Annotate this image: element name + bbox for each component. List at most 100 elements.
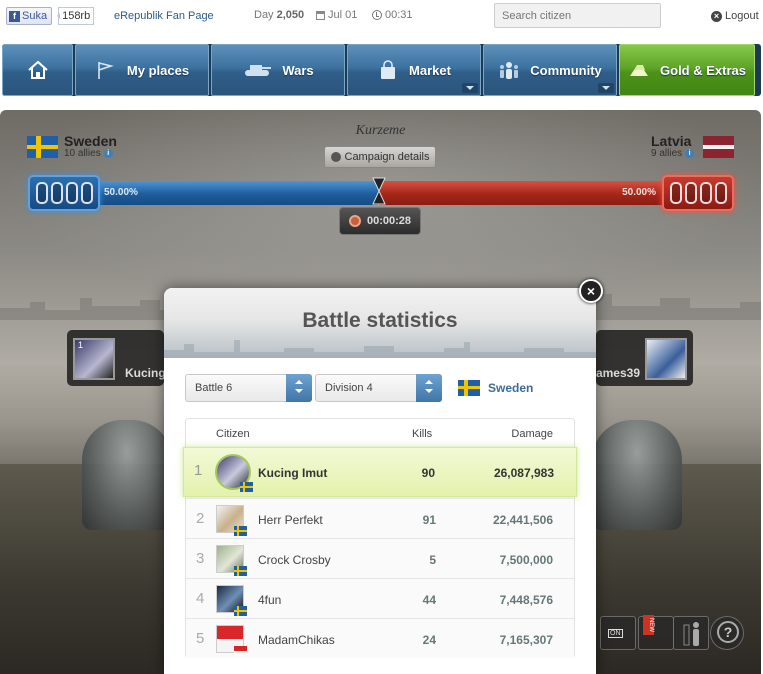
avatar[interactable] [216,505,247,536]
logout-link[interactable]: × Logout [711,10,759,22]
table-row[interactable]: 4 4fun 44 7,448,576 [186,578,574,618]
damage-value: 26,087,983 [493,466,554,480]
score-digit [684,182,697,204]
home-icon [27,60,48,79]
nav-home[interactable] [2,44,73,96]
game-date: Jul 01 [316,9,357,21]
kills-value: 5 [429,553,436,567]
sweden-flag-icon [234,606,247,616]
help-button[interactable]: ? [710,616,744,650]
row-rank: 4 [196,590,205,607]
kills-value: 24 [422,633,436,647]
facebook-icon: f [9,10,20,22]
nav-wars[interactable]: Wars [211,44,345,96]
score-digit [65,182,78,204]
damage-value: 22,441,506 [492,513,553,527]
kills-value: 44 [422,593,436,607]
community-dropdown-toggle[interactable] [598,83,614,93]
select-arrows-icon [416,374,442,402]
calendar-icon [316,10,325,20]
table-row[interactable]: 3 Crock Crosby 5 7,500,000 [186,538,574,578]
toggle-on-button[interactable]: ON [600,616,636,650]
column-kills: Kills [412,428,433,440]
nav-gold-extras[interactable]: Gold & Extras [619,44,755,96]
country-filter-label: Sweden [488,381,534,395]
soldier-figure-button[interactable] [673,616,709,650]
right-tank-image [592,420,682,530]
left-percent: 50.00% [104,187,138,198]
citizen-name[interactable]: Kucing Imut [258,466,327,480]
score-digit [80,182,93,204]
market-dropdown-toggle[interactable] [462,83,478,93]
kills-value: 90 [421,466,435,480]
citizen-name[interactable]: MadamChikas [258,633,335,647]
campaign-details-button[interactable]: Campaign details [324,146,436,168]
nav-wars-label: Wars [282,62,314,78]
battle-timer: 00:00:28 [339,207,421,235]
avatar[interactable] [215,454,253,492]
column-citizen: Citizen [216,428,250,440]
right-top-fighter[interactable]: james39 [595,330,693,386]
row-rank: 3 [196,550,205,567]
left-domination-fill [96,181,379,205]
country-filter[interactable]: Sweden [458,380,533,396]
table-row[interactable]: 2 Herr Perfekt 91 22,441,506 [186,498,574,538]
close-modal-button[interactable]: × [579,279,603,303]
bag-icon [381,60,396,79]
gold-bars-icon [630,65,649,76]
score-digit [699,182,712,204]
division-select[interactable]: Division 4 [315,374,442,402]
left-top-fighter[interactable]: 1 Kucing Imut [67,330,170,386]
info-icon: i [103,149,113,158]
avatar[interactable] [216,545,247,576]
nav-market[interactable]: Market [347,44,481,96]
day-label: Day [254,9,274,21]
timer-value: 00:00:28 [366,215,412,227]
damage-value: 7,500,000 [499,553,553,567]
new-badge: NEW [643,615,654,635]
left-tank-image [82,420,172,530]
people-icon [500,62,519,79]
score-digit [714,182,727,204]
score-digit [669,182,682,204]
search-citizen-input[interactable] [494,3,661,28]
day-value: 2,050 [276,9,305,21]
table-row[interactable]: 1 Kucing Imut 90 26,087,983 [183,447,577,497]
domination-bar: 50.00% 50.00% [28,175,734,211]
globe-icon [330,152,341,162]
fighter-rank: 1 [78,340,84,350]
column-damage: Damage [511,428,553,440]
fan-page-link[interactable]: eRepublik Fan Page [114,10,214,22]
nav-my-places[interactable]: My places [75,44,209,96]
facebook-like-button[interactable]: f Suka [6,7,53,25]
campaign-details-label: Campaign details [344,151,430,163]
stats-button[interactable]: NEW [638,615,674,650]
citizen-name[interactable]: 4fun [258,593,281,607]
avatar[interactable] [216,625,247,656]
table-header: Citizen Kills Damage [186,419,574,447]
nav-community[interactable]: Community [483,44,617,96]
battle-select[interactable]: Battle 6 [185,374,312,402]
facebook-like-label: Suka [22,10,48,22]
left-allies[interactable]: 10 allies i [64,148,113,159]
right-allies[interactable]: 9 allies i [651,148,695,159]
facebook-like-widget[interactable]: f Suka 158rb [6,7,95,25]
table-row[interactable]: 5 MadamChikas 24 7,165,307 [186,618,574,658]
left-score-counter [28,175,100,211]
avatar[interactable] [216,585,247,616]
info-icon: i [685,149,695,158]
fighter-name: james39 [595,366,640,380]
damage-value: 7,165,307 [499,633,553,647]
citizen-name[interactable]: Herr Perfekt [258,513,323,527]
select-arrows-icon [286,374,312,402]
sweden-flag-icon [234,566,247,576]
citizen-name[interactable]: Crock Crosby [258,553,331,567]
left-allies-count: 10 allies [64,148,101,159]
close-circle-icon: × [711,10,722,22]
nav-my-places-label: My places [126,62,190,78]
flag-icon [98,62,114,79]
right-score-counter [662,175,734,211]
score-digit [50,182,63,204]
nav-community-label: Community [530,62,602,78]
avatar [645,338,687,380]
